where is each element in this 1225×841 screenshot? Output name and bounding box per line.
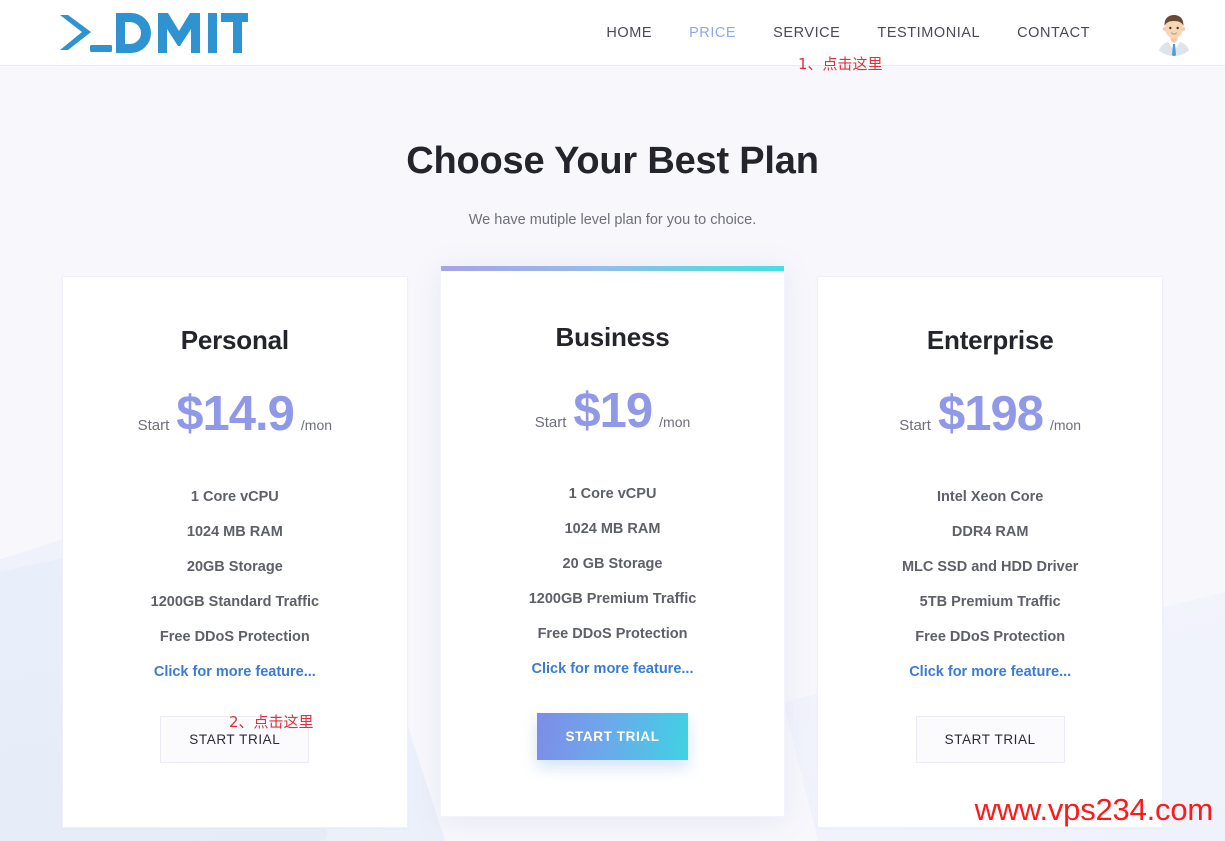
feature-item: Intel Xeon Core [937, 488, 1044, 505]
feature-more-item: Click for more feature... [451, 651, 775, 686]
feature-item: DDR4 RAM [951, 523, 1029, 540]
plan-price: Start $19 /mon [451, 387, 775, 436]
nav-item-price[interactable]: PRICE [689, 25, 736, 41]
feature-item: 1024 MB RAM [186, 523, 283, 540]
more-features-link[interactable]: Click for more feature... [828, 654, 1152, 689]
nav-item-home[interactable]: HOME [606, 25, 652, 41]
more-features-link[interactable]: Click for more feature... [451, 651, 775, 686]
feature-item: 1 Core vCPU [568, 485, 657, 502]
start-trial-button[interactable]: START TRIAL [915, 716, 1065, 763]
annotation-click-here-1: 1、点击这里 [798, 55, 883, 73]
price-prefix: Start [534, 414, 567, 431]
plan-name: Enterprise [926, 325, 1054, 355]
main-navigation: HOME PRICE SERVICE TESTIMONIAL CONTACT [606, 9, 1213, 56]
feature-list: Intel Xeon Core DDR4 RAM MLC SSD and HDD… [828, 479, 1152, 689]
watermark: www.vps234.com [974, 792, 1214, 827]
annotation-click-here-2: 2、点击这里 [229, 713, 314, 731]
nav-item-testimonial[interactable]: TESTIMONIAL [877, 25, 980, 41]
price-amount: $198 [937, 387, 1044, 441]
pricing-cards: Personal Start $14.9 /mon 1 Core vCPU 10… [0, 265, 1225, 828]
feature-item: Free DDoS Protection [537, 625, 688, 642]
feature-list: 1 Core vCPU 1024 MB RAM 20GB Storage 120… [73, 479, 397, 689]
plan-price: Start $14.9 /mon [73, 390, 397, 439]
site-logo[interactable] [58, 0, 248, 66]
price-period: /mon [1049, 417, 1082, 433]
price-period: /mon [659, 414, 691, 430]
price-prefix: Start [899, 417, 931, 434]
avatar[interactable] [1151, 9, 1197, 56]
pricing-page: Choose Your Best Plan We have mutiple le… [0, 140, 1225, 828]
cta-wrapper: START TRIAL [828, 716, 1152, 763]
feature-item: 5TB Premium Traffic [919, 593, 1061, 610]
feature-item: 1200GB Standard Traffic [150, 593, 320, 610]
price-amount: $19 [573, 384, 653, 438]
page-title: Choose Your Best Plan [406, 140, 819, 182]
pricing-card-personal: Personal Start $14.9 /mon 1 Core vCPU 10… [62, 276, 408, 828]
featured-accent-bar [440, 266, 785, 271]
feature-more-item: Click for more feature... [828, 654, 1152, 689]
feature-item: Free DDoS Protection [159, 628, 310, 645]
feature-item: MLC SSD and HDD Driver [901, 558, 1079, 575]
feature-item: 1 Core vCPU [190, 488, 279, 505]
more-features-link[interactable]: Click for more feature... [73, 654, 397, 689]
feature-item: 1024 MB RAM [564, 520, 661, 537]
feature-item: 20GB Storage [186, 558, 283, 575]
plan-name: Business [555, 322, 670, 352]
price-prefix: Start [137, 417, 170, 434]
price-amount: $14.9 [176, 387, 295, 441]
plan-name: Personal [180, 325, 289, 355]
feature-item: 1200GB Premium Traffic [528, 590, 697, 607]
feature-item: 20 GB Storage [562, 555, 663, 572]
feature-more-item: Click for more feature... [73, 654, 397, 689]
nav-item-contact[interactable]: CONTACT [1017, 25, 1090, 41]
pricing-card-business: Business Start $19 /mon 1 Core vCPU 1024… [439, 265, 786, 817]
cta-wrapper: START TRIAL [451, 713, 775, 760]
feature-list: 1 Core vCPU 1024 MB RAM 20 GB Storage 12… [451, 476, 775, 686]
price-period: /mon [300, 417, 333, 433]
feature-item: Free DDoS Protection [915, 628, 1066, 645]
pricing-card-enterprise: Enterprise Start $198 /mon Intel Xeon Co… [817, 276, 1164, 828]
site-header: HOME PRICE SERVICE TESTIMONIAL CONTACT [0, 0, 1225, 66]
nav-item-service[interactable]: SERVICE [773, 25, 840, 41]
plan-price: Start $198 /mon [828, 390, 1152, 439]
start-trial-button[interactable]: START TRIAL [537, 713, 688, 760]
logo-icon [58, 9, 248, 57]
page-subtitle: We have mutiple level plan for you to ch… [468, 212, 757, 228]
